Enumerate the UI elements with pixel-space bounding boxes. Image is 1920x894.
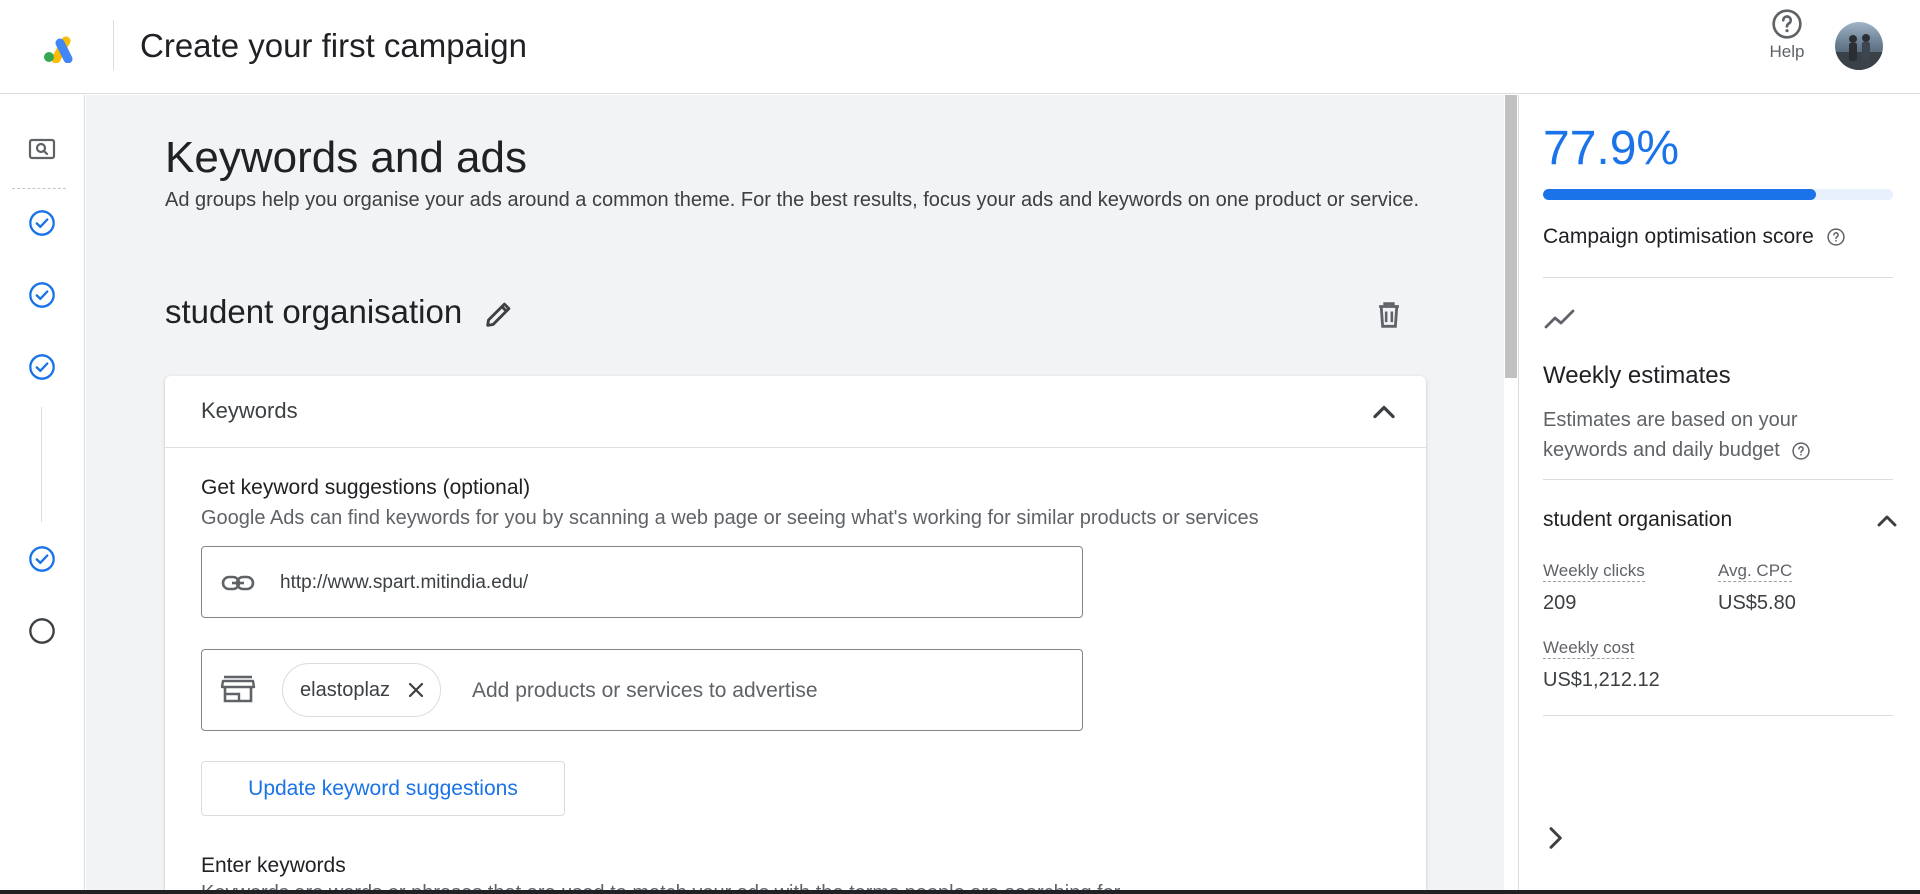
- panel-divider: [1543, 715, 1893, 716]
- optimisation-score-bar: [1543, 189, 1893, 200]
- ad-group-title: student organisation: [165, 293, 463, 330]
- help-circle-icon[interactable]: [1791, 441, 1811, 461]
- empty-circle-icon: [29, 618, 55, 644]
- help-icon: [1772, 9, 1802, 39]
- step-4-complete[interactable]: [26, 543, 58, 575]
- optimisation-score-label: Campaign optimisation score: [1543, 225, 1846, 249]
- trash-icon[interactable]: [1372, 298, 1406, 332]
- optimisation-score-value: 77.9%: [1543, 122, 1680, 175]
- optimisation-score-label-text: Campaign optimisation score: [1543, 225, 1814, 248]
- update-keyword-suggestions-button[interactable]: Update keyword suggestions: [201, 761, 565, 816]
- step-5-incomplete[interactable]: [26, 615, 58, 647]
- website-url-input[interactable]: [280, 565, 1060, 601]
- help-label: Help: [1769, 42, 1805, 61]
- check-circle-icon: [29, 210, 55, 236]
- header-divider: [113, 20, 114, 70]
- avg-cpc-label[interactable]: Avg. CPC: [1718, 561, 1793, 582]
- products-services-field[interactable]: elastoplaz: [201, 649, 1083, 731]
- step-search-icon[interactable]: [26, 134, 58, 166]
- window-bottom-edge: [0, 890, 1920, 894]
- weekly-clicks-value: 209: [1543, 592, 1577, 614]
- chevron-right-icon[interactable]: [1539, 822, 1571, 854]
- store-icon: [220, 675, 256, 703]
- avatar[interactable]: [1835, 22, 1883, 70]
- weekly-estimates-description-text: Estimates are based on your keywords and…: [1543, 409, 1798, 461]
- page-title: Keywords and ads: [165, 133, 527, 182]
- chevron-up-icon[interactable]: [1366, 394, 1402, 430]
- page-description: Ad groups help you organise your ads aro…: [165, 189, 1420, 211]
- weekly-clicks-label[interactable]: Weekly clicks: [1543, 561, 1645, 582]
- help-button[interactable]: Help: [1762, 8, 1812, 62]
- panel-divider: [1543, 479, 1893, 480]
- close-icon[interactable]: [404, 678, 428, 702]
- product-chip: elastoplaz: [282, 663, 442, 717]
- suggestions-description: Google Ads can find keywords for you by …: [201, 507, 1259, 529]
- products-services-input[interactable]: [472, 674, 1052, 708]
- check-circle-icon: [29, 354, 55, 380]
- main-scrollbar-thumb[interactable]: [1505, 95, 1517, 378]
- product-chip-label: elastoplaz: [300, 678, 391, 701]
- step-navigation: [0, 95, 85, 894]
- suggestions-title: Get keyword suggestions (optional): [201, 476, 531, 499]
- step-3-complete[interactable]: [26, 351, 58, 383]
- search-icon: [28, 138, 56, 160]
- pencil-icon[interactable]: [482, 297, 516, 331]
- step-divider: [12, 188, 66, 189]
- keywords-card-header[interactable]: Keywords: [165, 376, 1426, 448]
- keywords-card-title: Keywords: [201, 398, 298, 423]
- optimisation-score-fill: [1543, 189, 1816, 200]
- weekly-cost-value: US$1,212.12: [1543, 669, 1660, 691]
- main-content: Keywords and ads Ad groups help you orga…: [86, 95, 1504, 894]
- step-connector-line: [41, 407, 42, 522]
- chevron-up-icon[interactable]: [1871, 505, 1903, 537]
- avatar-photo-icon: [1835, 34, 1883, 70]
- estimates-panel: 77.9% Campaign optimisation score Weekly…: [1518, 95, 1920, 894]
- step-1-complete[interactable]: [26, 207, 58, 239]
- weekly-cost-label[interactable]: Weekly cost: [1543, 638, 1635, 659]
- check-circle-icon: [29, 546, 55, 572]
- check-circle-icon: [29, 282, 55, 308]
- google-ads-logo-icon: [44, 36, 73, 63]
- page-header-title: Create your first campaign: [140, 27, 527, 64]
- keywords-card: Keywords Get keyword suggestions (option…: [165, 376, 1426, 894]
- step-2-complete[interactable]: [26, 279, 58, 311]
- panel-divider: [1543, 277, 1893, 278]
- link-icon: [221, 575, 255, 591]
- avg-cpc-value: US$5.80: [1718, 592, 1796, 614]
- weekly-estimates-description: Estimates are based on your keywords and…: [1543, 405, 1873, 465]
- enter-keywords-title: Enter keywords: [201, 854, 346, 877]
- top-bar: Create your first campaign Help: [0, 0, 1920, 94]
- trending-up-icon: [1544, 309, 1575, 329]
- weekly-estimates-title: Weekly estimates: [1543, 362, 1731, 389]
- help-circle-icon[interactable]: [1826, 227, 1846, 247]
- estimate-group-name: student organisation: [1543, 508, 1733, 531]
- website-url-field[interactable]: [201, 546, 1083, 618]
